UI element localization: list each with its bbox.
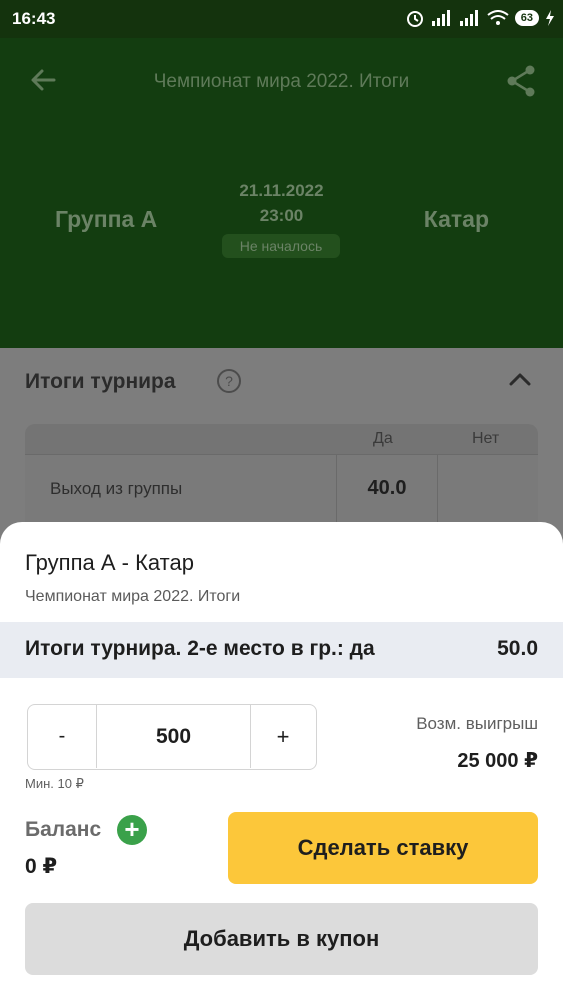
- match-date: 21.11.2022: [239, 181, 324, 200]
- status-bar: 16:43 63: [0, 0, 563, 38]
- help-icon[interactable]: ?: [217, 369, 241, 393]
- balance-value: 0 ₽: [25, 855, 58, 878]
- battery-icon: 63: [514, 10, 539, 26]
- add-balance-icon[interactable]: +: [117, 815, 147, 845]
- bet-slip-title: Группа А - Катар: [25, 550, 194, 575]
- share-icon[interactable]: [505, 64, 537, 98]
- charging-icon: [546, 10, 554, 26]
- bet-slip-sheet: Группа А - Катар Чемпионат мира 2022. Ит…: [0, 522, 563, 1000]
- chevron-up-icon[interactable]: [509, 372, 531, 386]
- match-header: Чемпионат мира 2022. Итоги Группа А 21.1…: [0, 38, 563, 348]
- wifi-icon: [487, 10, 509, 25]
- match-status-badge: Не началось: [222, 234, 340, 258]
- add-to-coupon-button[interactable]: Добавить в купон: [25, 903, 538, 975]
- market-table: Да Нет Выход из группы 40.0: [25, 424, 538, 534]
- bet-slip-subtitle: Чемпионат мира 2022. Итоги: [25, 588, 241, 605]
- place-bet-button[interactable]: Сделать ставку: [228, 812, 538, 884]
- balance-label: Баланс: [25, 818, 102, 841]
- column-header-yes: Да: [373, 430, 393, 447]
- possible-win-value: 25 000 ₽: [457, 750, 538, 772]
- section-title: Итоги турнира: [25, 370, 176, 393]
- status-icons: 63: [405, 8, 555, 28]
- signal-icon-2: [459, 10, 478, 26]
- min-stake-label: Мин. 10 ₽: [25, 776, 84, 791]
- page-title: Чемпионат мира 2022. Итоги: [153, 71, 410, 92]
- bet-odds: 50.0: [497, 637, 538, 660]
- column-header-no: Нет: [472, 430, 500, 447]
- status-time: 16:43: [12, 9, 56, 28]
- possible-win-label: Возм. выигрыш: [416, 714, 538, 733]
- alarm-icon: [406, 11, 423, 27]
- bet-selection-row: Итоги турнира. 2-е место в гр.: да 50.0: [0, 622, 563, 678]
- stake-input[interactable]: 500: [96, 705, 251, 768]
- away-team-name: Катар: [423, 206, 489, 232]
- market-name: Выход из группы: [50, 479, 183, 498]
- signal-icon: [431, 10, 450, 26]
- stake-increase-button[interactable]: +: [251, 705, 315, 768]
- stake-decrease-button[interactable]: -: [28, 705, 96, 768]
- stake-stepper: - 500 +: [27, 704, 317, 770]
- bet-selection-label: Итоги турнира. 2-е место в гр.: да: [25, 637, 375, 660]
